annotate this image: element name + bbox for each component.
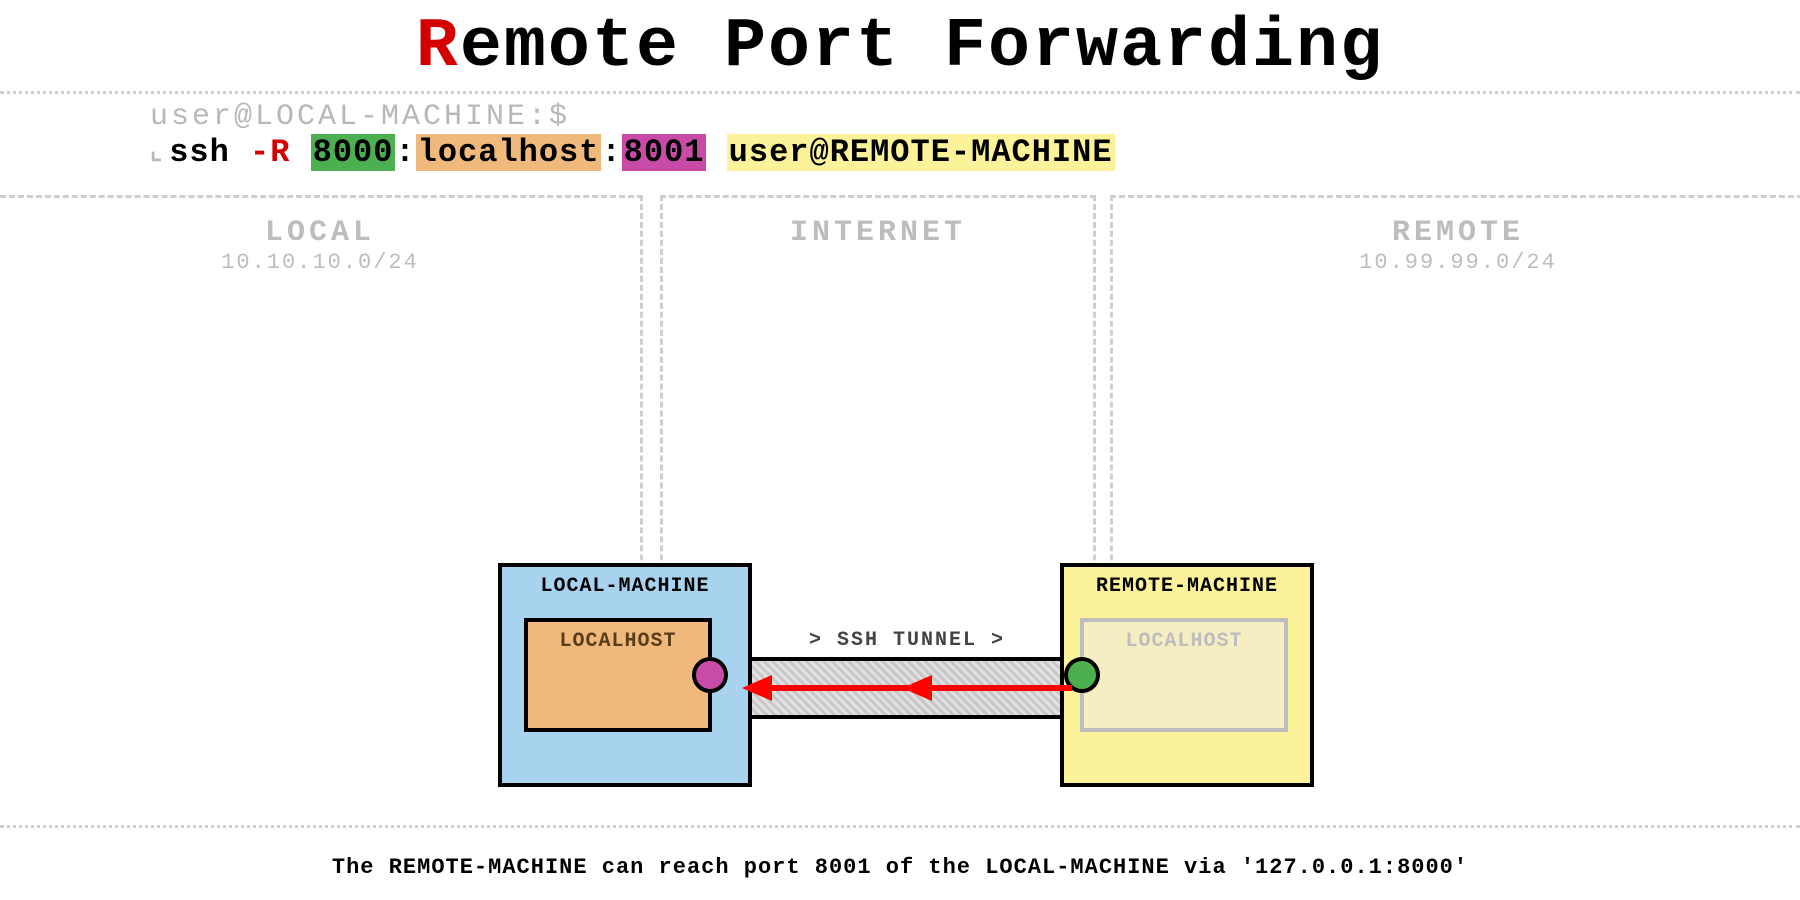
- caption-text: The REMOTE-MACHINE can reach port 8001 o…: [0, 855, 1800, 880]
- zone-remote-subnet: 10.99.99.0/24: [1113, 250, 1800, 275]
- cmd-flag: -R: [250, 134, 290, 171]
- zone-remote-title: REMOTE: [1113, 216, 1800, 250]
- local-localhost-label: LOCALHOST: [559, 630, 676, 653]
- title-first-letter: R: [416, 8, 460, 87]
- local-machine-label: LOCAL-MACHINE: [510, 575, 740, 598]
- cmd-sep2: :: [601, 134, 621, 171]
- prompt-caret-icon: ⌞: [150, 136, 163, 167]
- local-machine-box: LOCAL-MACHINE LOCALHOST: [498, 563, 752, 787]
- cmd-target: user@REMOTE-MACHINE: [727, 134, 1115, 171]
- divider-top: [0, 91, 1800, 94]
- page-title: Remote Port Forwarding: [0, 0, 1800, 87]
- zone-local-subnet: 10.10.10.0/24: [0, 250, 640, 275]
- cmd-local-port: 8001: [622, 134, 707, 171]
- title-rest: emote Port Forwarding: [460, 8, 1384, 87]
- remote-machine-box: REMOTE-MACHINE LOCALHOST: [1060, 563, 1314, 787]
- network-zones: LOCAL 10.10.10.0/24 INTERNET REMOTE 10.9…: [0, 195, 1800, 775]
- divider-bottom: [0, 825, 1800, 828]
- tunnel-label: > SSH TUNNEL >: [752, 629, 1062, 652]
- cmd-remote-port: 8000: [311, 134, 396, 171]
- zone-internet-title: INTERNET: [663, 216, 1093, 250]
- remote-machine-label: REMOTE-MACHINE: [1072, 575, 1302, 598]
- zone-local-title: LOCAL: [0, 216, 640, 250]
- shell-prompt: user@LOCAL-MACHINE:$: [150, 100, 1800, 134]
- remote-localhost-box: LOCALHOST: [1080, 618, 1288, 732]
- port-8001-icon: [692, 657, 728, 693]
- cmd-ssh: ssh: [169, 134, 250, 171]
- local-localhost-box: LOCALHOST: [524, 618, 712, 732]
- remote-localhost-label: LOCALHOST: [1125, 630, 1242, 653]
- cmd-host: localhost: [416, 134, 602, 171]
- cmd-sep1: :: [395, 134, 415, 171]
- command-block: user@LOCAL-MACHINE:$ ⌞ssh -R 8000:localh…: [150, 100, 1800, 171]
- traffic-arrow-icon: [732, 663, 1082, 713]
- ssh-command: ⌞ssh -R 8000:localhost:8001 user@REMOTE-…: [150, 134, 1800, 171]
